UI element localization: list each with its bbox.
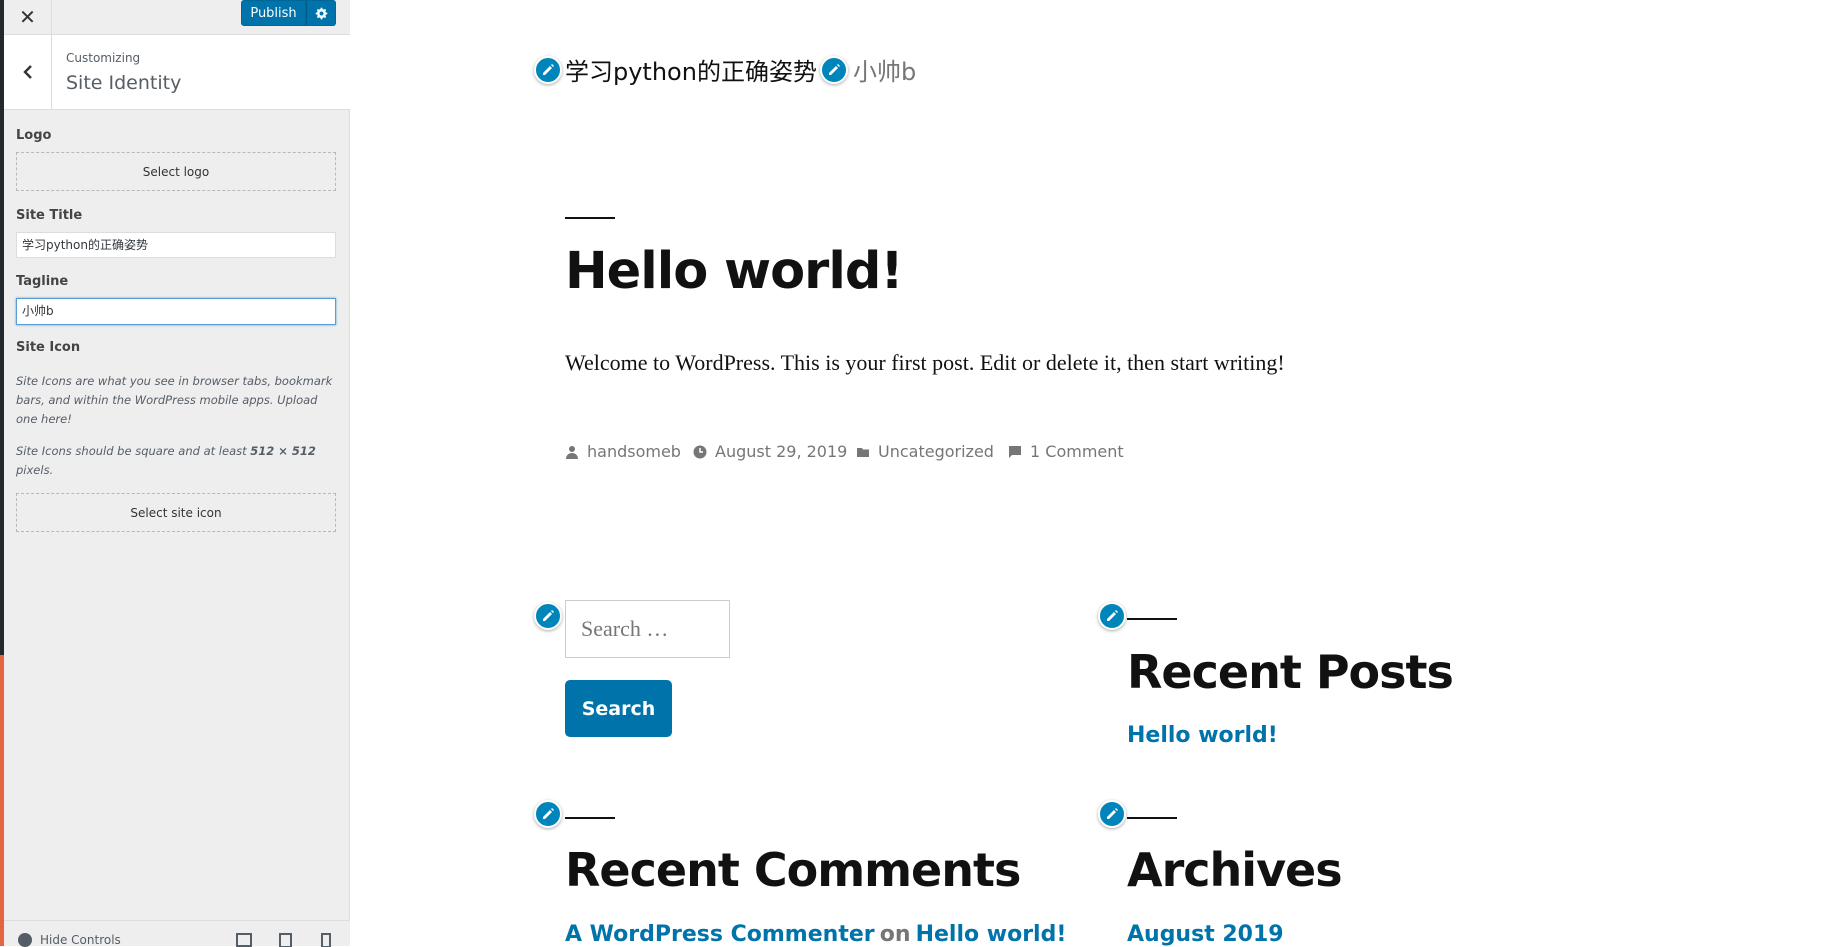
- person-icon: [566, 445, 578, 459]
- size-note-text: Site Icons should be square and at least: [16, 444, 251, 458]
- recent-posts-divider: [1127, 618, 1177, 620]
- back-button[interactable]: [4, 35, 52, 109]
- recent-posts-title: Recent Posts: [1127, 645, 1454, 699]
- post-divider: [565, 217, 615, 219]
- archives-divider: [1127, 817, 1177, 819]
- post-date-link[interactable]: August 29, 2019: [715, 442, 847, 461]
- site-title-label: Site Title: [16, 208, 83, 223]
- pencil-icon: [1107, 808, 1118, 819]
- post-author-link[interactable]: handsomeb: [587, 442, 681, 461]
- post-category[interactable]: Uncategorized: [856, 442, 994, 461]
- comment-icon: [1009, 445, 1021, 458]
- publish-settings-button[interactable]: [306, 0, 336, 26]
- edit-tagline-shortcut[interactable]: [820, 56, 848, 84]
- desktop-preview-icon[interactable]: [236, 933, 252, 947]
- customizer-footer: Hide Controls: [4, 920, 350, 947]
- search-input[interactable]: Search …: [565, 600, 730, 658]
- site-icon-description: Site Icons are what you see in browser t…: [16, 374, 333, 426]
- chevron-left-icon: [22, 65, 32, 79]
- site-preview: 学习python的正确姿势 小帅b Hello world! Welcome t…: [350, 0, 1836, 946]
- post-date[interactable]: August 29, 2019: [693, 442, 847, 461]
- post-title[interactable]: Hello world!: [565, 242, 904, 301]
- pencil-icon: [1107, 610, 1118, 621]
- recent-comments-title: Recent Comments: [565, 843, 1021, 897]
- site-title[interactable]: 学习python的正确姿势: [565, 52, 817, 87]
- customizer-panel: ✕ Publish Customizing Site Identity Logo…: [4, 0, 350, 947]
- recent-comment-item: A WordPress Commenter on Hello world!: [565, 922, 1066, 946]
- comment-on-text: on: [879, 922, 911, 946]
- archive-link[interactable]: August 2019: [1127, 922, 1284, 946]
- mobile-preview-icon[interactable]: [318, 933, 334, 947]
- logo-label: Logo: [16, 128, 52, 143]
- site-icon-size-note: Site Icons should be square and at least…: [16, 442, 338, 480]
- publish-button[interactable]: Publish: [241, 0, 306, 26]
- site-icon-label: Site Icon: [16, 340, 81, 355]
- search-button[interactable]: Search: [565, 680, 672, 737]
- pencil-icon: [543, 808, 554, 819]
- pencil-icon: [829, 64, 840, 75]
- size-note-suffix: pixels.: [16, 463, 54, 477]
- section-title: Site Identity: [66, 72, 182, 94]
- post-category-link[interactable]: Uncategorized: [878, 442, 994, 461]
- tablet-preview-icon[interactable]: [278, 933, 294, 947]
- customizer-header: ✕ Publish: [4, 0, 350, 35]
- pencil-icon: [543, 64, 554, 75]
- select-logo-button[interactable]: Select logo: [16, 152, 336, 191]
- edit-search-widget-shortcut[interactable]: [534, 602, 562, 630]
- close-customizer-button[interactable]: ✕: [4, 0, 52, 34]
- edit-recent-posts-shortcut[interactable]: [1098, 602, 1126, 630]
- post-author[interactable]: handsomeb: [565, 442, 681, 461]
- archives-title: Archives: [1127, 843, 1343, 897]
- tagline-label: Tagline: [16, 274, 69, 289]
- site-title-input[interactable]: 学习python的正确姿势: [16, 232, 336, 258]
- comment-author-link[interactable]: A WordPress Commenter: [565, 922, 875, 946]
- select-site-icon-button[interactable]: Select site icon: [16, 493, 336, 532]
- post-comments[interactable]: 1 Comment: [1008, 442, 1124, 461]
- site-tagline: 小帅b: [853, 58, 917, 86]
- breadcrumb: Customizing: [66, 51, 141, 65]
- pencil-icon: [543, 610, 554, 621]
- gear-icon: [315, 7, 327, 19]
- collapse-icon: [18, 933, 32, 947]
- clock-icon: [693, 445, 707, 458]
- edit-archives-shortcut[interactable]: [1098, 800, 1126, 828]
- edit-recent-comments-shortcut[interactable]: [534, 800, 562, 828]
- recent-post-link[interactable]: Hello world!: [1127, 723, 1278, 748]
- edit-site-title-shortcut[interactable]: [534, 56, 562, 84]
- comment-post-link[interactable]: Hello world!: [916, 922, 1067, 946]
- post-content: Welcome to WordPress. This is your first…: [565, 350, 1285, 375]
- recent-comments-divider: [565, 817, 615, 819]
- hide-controls-button[interactable]: Hide Controls: [18, 933, 121, 947]
- section-header: Customizing Site Identity: [4, 35, 350, 110]
- folder-icon: [857, 447, 869, 457]
- hide-controls-label: Hide Controls: [40, 933, 121, 947]
- size-note-dimensions: 512 × 512: [250, 444, 316, 458]
- tagline-input[interactable]: 小帅b: [16, 298, 336, 325]
- post-comments-link[interactable]: 1 Comment: [1030, 442, 1124, 461]
